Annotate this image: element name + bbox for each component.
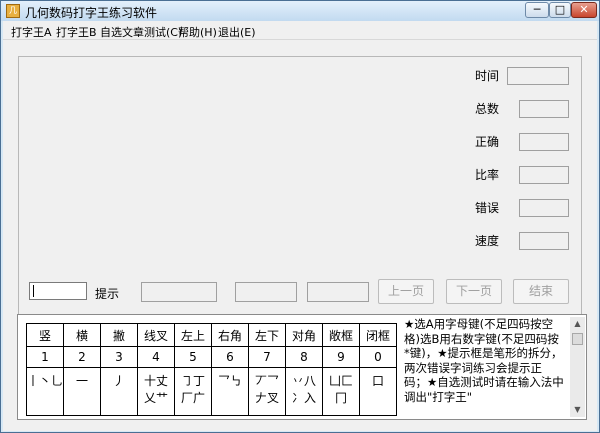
app-window: 几 几何数码打字王练习软件 ─ □ ✕ 打字王A 打字王B 自选文章测试(C) …	[0, 0, 600, 433]
stroke-components: 丨丶乚	[26, 367, 64, 416]
stroke-header: 敞框	[322, 323, 360, 347]
digit-key: 9	[322, 346, 360, 368]
speed-value	[519, 232, 569, 250]
minimize-button[interactable]: ─	[525, 2, 549, 18]
speed-label: 速度	[475, 234, 500, 248]
menu-exit[interactable]: 退出(E)	[218, 24, 256, 40]
stroke-components: 乛㇉	[211, 367, 249, 416]
status-field-1	[235, 282, 297, 302]
errors-label: 错误	[475, 201, 500, 215]
correct-label: 正确	[475, 135, 500, 149]
stroke-header: 闭框	[359, 323, 397, 347]
menu-custom-article-test[interactable]: 自选文章测试(C)	[100, 24, 182, 40]
digit-key: 3	[100, 346, 138, 368]
stroke-components: ㇆丁 厂广	[174, 367, 212, 416]
stroke-components: 一	[63, 367, 101, 416]
client-area: 时间 总数 正确 比率 错误 速度 提示 上一页 下一页 结束 竖 横 撇 线叉…	[3, 40, 597, 431]
scroll-down-arrow-icon[interactable]: ▼	[570, 403, 585, 417]
scroll-up-arrow-icon[interactable]: ▲	[570, 317, 585, 331]
hint-label: 提示	[95, 287, 120, 301]
maximize-button[interactable]: □	[549, 2, 571, 18]
stroke-header: 横	[63, 323, 101, 347]
typing-input[interactable]	[29, 282, 87, 300]
stroke-header: 左下	[248, 323, 286, 347]
menu-bar: 打字王A 打字王B 自选文章测试(C) 帮助(H) 退出(E)	[3, 21, 597, 40]
reference-panel: 竖 横 撇 线叉 左上 右角 左下 对角 敞框 闭框 1 2 3 4 5 6 7…	[17, 314, 587, 420]
ratio-label: 比率	[475, 168, 500, 182]
digit-key: 2	[63, 346, 101, 368]
end-button[interactable]: 结束	[513, 279, 569, 304]
menu-typing-king-a[interactable]: 打字王A	[11, 24, 52, 40]
stroke-components: 口	[359, 367, 397, 416]
menu-typing-king-b[interactable]: 打字王B	[56, 24, 97, 40]
stroke-header: 对角	[285, 323, 323, 347]
instructions-text: ★选A用字母键(不足四码按空格)选B用右数字键(不足四码按*键)，★提示框是笔形…	[404, 317, 564, 404]
digit-key: 0	[359, 346, 397, 368]
menu-help[interactable]: 帮助(H)	[178, 24, 217, 40]
stroke-components: 丷八 冫入	[285, 367, 323, 416]
instructions-scrollbar[interactable]: ▲ ▼	[570, 317, 585, 417]
errors-value	[519, 199, 569, 217]
app-icon: 几	[6, 4, 20, 18]
total-value	[519, 100, 569, 118]
window-title: 几何数码打字王练习软件	[25, 6, 158, 20]
stroke-components: 十丈 乂艹	[137, 367, 175, 416]
prev-page-button[interactable]: 上一页	[378, 279, 434, 304]
digit-key: 1	[26, 346, 64, 368]
hint-field	[141, 282, 217, 302]
stroke-components: 凵匚 冂	[322, 367, 360, 416]
digit-key: 7	[248, 346, 286, 368]
total-label: 总数	[475, 102, 500, 116]
next-page-button[interactable]: 下一页	[446, 279, 502, 304]
digit-key: 5	[174, 346, 212, 368]
scroll-thumb[interactable]	[572, 333, 583, 345]
stroke-components: 丿	[100, 367, 138, 416]
title-bar: 几 几何数码打字王练习软件 ─ □ ✕	[1, 1, 599, 21]
stroke-reference-table: 竖 横 撇 线叉 左上 右角 左下 对角 敞框 闭框 1 2 3 4 5 6 7…	[26, 323, 397, 416]
digit-key: 4	[137, 346, 175, 368]
ratio-value	[519, 166, 569, 184]
stroke-components: 丆乛 𠂇叉	[248, 367, 286, 416]
stroke-header: 左上	[174, 323, 212, 347]
stroke-header: 右角	[211, 323, 249, 347]
stroke-header: 竖	[26, 323, 64, 347]
digit-key: 8	[285, 346, 323, 368]
status-field-2	[307, 282, 369, 302]
time-label: 时间	[475, 69, 500, 83]
correct-value	[519, 133, 569, 151]
practice-panel: 时间 总数 正确 比率 错误 速度 提示 上一页 下一页 结束	[18, 56, 582, 336]
digit-key: 6	[211, 346, 249, 368]
time-value	[507, 67, 569, 85]
text-caret	[33, 285, 34, 297]
stroke-header: 线叉	[137, 323, 175, 347]
close-button[interactable]: ✕	[571, 2, 597, 18]
stroke-header: 撇	[100, 323, 138, 347]
